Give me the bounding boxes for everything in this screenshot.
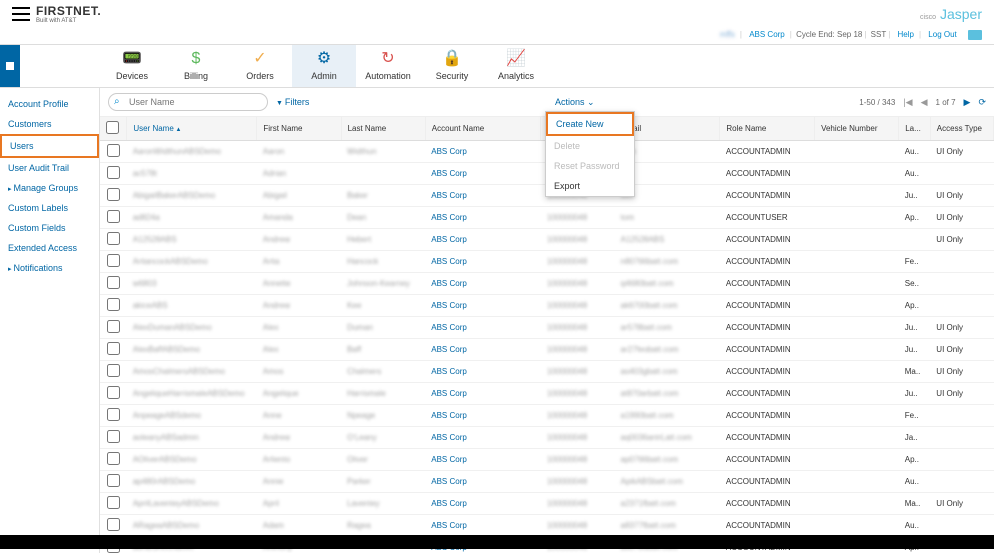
action-create-new[interactable]: Create New (546, 112, 634, 136)
footer-bar (0, 535, 994, 549)
row-checkbox[interactable] (107, 254, 120, 267)
row-checkbox[interactable] (107, 496, 120, 509)
sidebar-item-custom-labels[interactable]: Custom Labels (0, 198, 99, 218)
security-icon: 🔒 (420, 49, 484, 69)
logout-link[interactable]: Log Out (928, 30, 956, 39)
sidebar-item-custom-fields[interactable]: Custom Fields (0, 218, 99, 238)
billing-icon: $ (164, 49, 228, 69)
row-checkbox[interactable] (107, 144, 120, 157)
row-checkbox[interactable] (107, 188, 120, 201)
row-checkbox[interactable] (107, 386, 120, 399)
row-checkbox[interactable] (107, 518, 120, 531)
col-header[interactable]: First Name (257, 117, 341, 141)
help-link[interactable]: Help (898, 30, 914, 39)
filters-button[interactable]: Filters (276, 97, 309, 107)
page-indicator: 1 of 7 (936, 98, 956, 107)
nav-automation[interactable]: ↻Automation (356, 45, 420, 87)
table-row[interactable]: AprilLaventeyABSDemo April Laventey ABS … (100, 493, 994, 515)
table-row[interactable]: ARageaABSDemo Adam Ragea ABS Corp 100000… (100, 515, 994, 537)
table-row[interactable]: akiceABS Andrew Kee ABS Corp 100000048 a… (100, 295, 994, 317)
analytics-icon: 📈 (484, 49, 548, 69)
orders-icon: ✓ (228, 49, 292, 69)
nav-collapse-icon[interactable] (0, 45, 20, 87)
select-all-checkbox[interactable] (106, 121, 119, 134)
sidebar-item-customers[interactable]: Customers (0, 114, 99, 134)
col-header[interactable] (100, 117, 127, 141)
table-row[interactable]: aoleanyABSadmin Andrew O'Leany ABS Corp … (100, 427, 994, 449)
sidebar-item-manage-groups[interactable]: Manage Groups (0, 178, 99, 198)
nav-devices[interactable]: 📟Devices (100, 45, 164, 87)
table-row[interactable]: ad824a Amanda Dean ABS Corp 100000048 to… (100, 207, 994, 229)
nav-orders[interactable]: ✓Orders (228, 45, 292, 87)
table-row[interactable]: AnpeageABSdemo Anne Npeage ABS Corp 1000… (100, 405, 994, 427)
row-checkbox[interactable] (107, 298, 120, 311)
table-row[interactable]: AngeliqueHarrismaleABSDemo Angelique Har… (100, 383, 994, 405)
row-checkbox[interactable] (107, 232, 120, 245)
devices-icon: 📟 (100, 49, 164, 69)
action-delete: Delete (546, 136, 634, 156)
table-row[interactable]: w6803 Annette Johnson-Kearney ABS Corp 1… (100, 273, 994, 295)
breadcrumb: mffs| ABS Corp| Cycle End: Sep 18| SST| … (0, 28, 994, 44)
row-checkbox[interactable] (107, 342, 120, 355)
sidebar-item-account-profile[interactable]: Account Profile (0, 94, 99, 114)
row-checkbox[interactable] (107, 474, 120, 487)
row-checkbox[interactable] (107, 364, 120, 377)
table-row[interactable]: AmosChalmersABSDemo Amos Chalmers ABS Co… (100, 361, 994, 383)
col-header[interactable]: Last Name (341, 117, 425, 141)
table-row[interactable]: AritancockABSDemo Arita Hancock ABS Corp… (100, 251, 994, 273)
sidebar-item-extended-access[interactable]: Extended Access (0, 238, 99, 258)
row-count: 1-50 / 343 (859, 98, 895, 107)
row-checkbox[interactable] (107, 452, 120, 465)
table-row[interactable]: AOliverABSDemo Arliento Oliver ABS Corp … (100, 449, 994, 471)
actions-button[interactable]: Actions ⌄ (555, 97, 595, 107)
nav-admin[interactable]: ⚙Admin (292, 45, 356, 87)
row-checkbox[interactable] (107, 210, 120, 223)
row-checkbox[interactable] (107, 276, 120, 289)
breadcrumb-cycle: Cycle End: Sep 18 (796, 30, 862, 39)
action-export[interactable]: Export (546, 176, 634, 196)
automation-icon: ↻ (356, 49, 420, 69)
sidebar-item-user-audit-trail[interactable]: User Audit Trail (0, 158, 99, 178)
table-row[interactable]: ap480rABSDemo Annie Parker ABS Corp 1000… (100, 471, 994, 493)
nav-billing[interactable]: $Billing (164, 45, 228, 87)
search-input[interactable] (108, 93, 268, 111)
breadcrumb-org[interactable]: mffs (720, 30, 735, 39)
nav-security[interactable]: 🔒Security (420, 45, 484, 87)
search-icon: ⌕ (114, 96, 120, 107)
page-prev-icon[interactable]: ◀ (921, 97, 928, 108)
row-checkbox[interactable] (107, 166, 120, 179)
refresh-icon[interactable]: ⟳ (978, 97, 986, 108)
col-header[interactable]: Vehicle Number (815, 117, 899, 141)
menu-icon[interactable] (12, 7, 30, 21)
col-header[interactable]: Access Type (930, 117, 993, 141)
search-input-wrap: ⌕ (108, 93, 268, 111)
table-row[interactable]: AlexDumanABSDemo Alex Duman ABS Corp 100… (100, 317, 994, 339)
table-row[interactable]: AlexBaffABSDemo Alex Baff ABS Corp 10000… (100, 339, 994, 361)
admin-icon: ⚙ (292, 49, 356, 69)
row-checkbox[interactable] (107, 320, 120, 333)
partner-logo: ciscoJasper (920, 6, 982, 22)
action-reset-password: Reset Password (546, 156, 634, 176)
page-first-icon[interactable]: |◀ (903, 97, 912, 108)
actions-menu: Create NewDeleteReset PasswordExport (545, 111, 635, 197)
col-header[interactable]: La... (899, 117, 931, 141)
col-header[interactable]: Account Name (425, 117, 541, 141)
col-header[interactable]: Role Name (720, 117, 815, 141)
breadcrumb-tz: SST (871, 30, 887, 39)
mail-icon[interactable] (968, 30, 982, 40)
row-checkbox[interactable] (107, 408, 120, 421)
nav-analytics[interactable]: 📈Analytics (484, 45, 548, 87)
col-header[interactable]: User Name (127, 117, 257, 141)
brand-logo: FIRSTNET. Built with AT&T (36, 4, 101, 24)
breadcrumb-account[interactable]: ABS Corp (749, 30, 785, 39)
page-next-icon[interactable]: ▶ (964, 97, 971, 108)
row-checkbox[interactable] (107, 430, 120, 443)
table-row[interactable]: A12528ABS Andrew Hebert ABS Corp 1000000… (100, 229, 994, 251)
sidebar-item-users[interactable]: Users (0, 134, 99, 158)
sidebar-item-notifications[interactable]: Notifications (0, 258, 99, 278)
